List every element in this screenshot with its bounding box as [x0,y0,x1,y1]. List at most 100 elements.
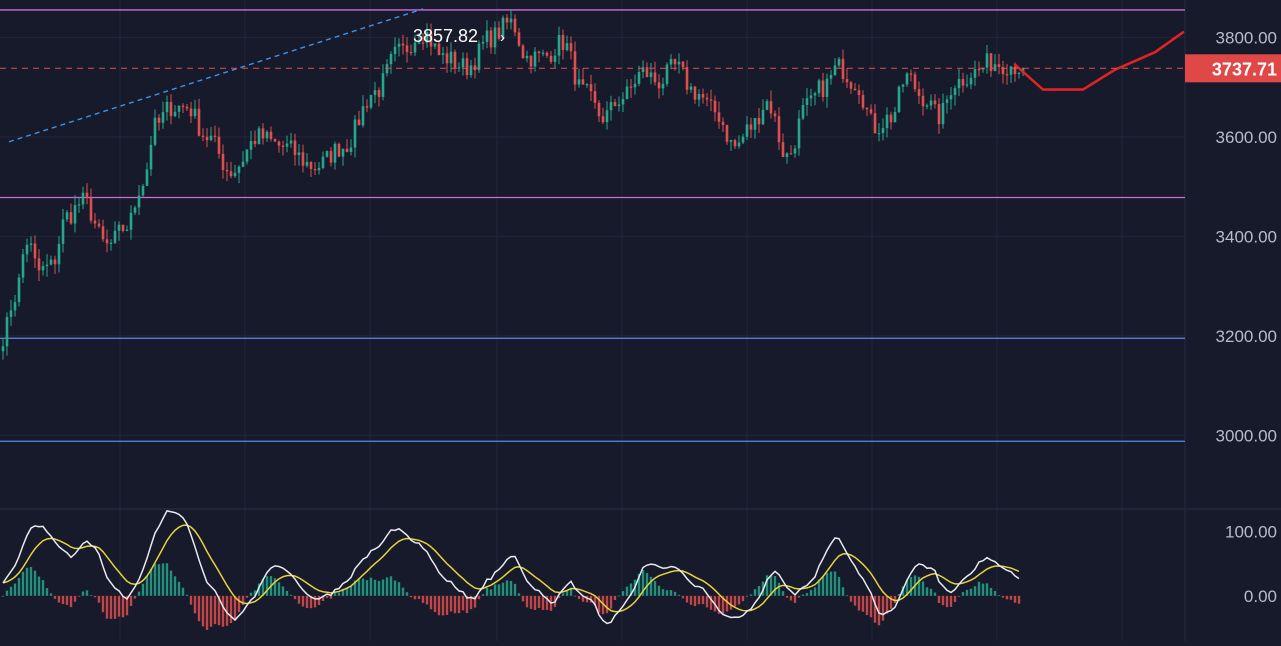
y-tick-label: 3200.00 [1216,327,1277,346]
histogram-bar [233,595,237,621]
histogram-bar [365,580,369,596]
histogram-bar [345,588,349,596]
histogram-bar [809,589,813,596]
candle-body [613,102,617,107]
last-price-label: 3737.71 [1212,59,1277,79]
candle-body [349,147,353,152]
candle-body [889,114,893,123]
candle-body [41,266,45,271]
histogram-bar [93,595,97,598]
candle-body [853,88,857,91]
histogram-bar [861,595,865,612]
histogram-bar [669,590,673,596]
histogram-bar [461,595,465,611]
candle-body [849,82,853,89]
histogram-bar [729,595,733,610]
candle-body [933,100,937,105]
candle-body [361,106,365,126]
histogram-bar [145,576,149,596]
candle-body [37,258,41,271]
candle-body [861,95,865,108]
histogram-bar [165,563,169,596]
candle-body [557,34,561,56]
histogram-bar [161,563,165,596]
histogram-bar [793,595,797,603]
candle-body [465,58,469,76]
histogram-bar [961,592,965,596]
candle-body [77,204,81,206]
histogram-bar [405,592,409,596]
candle-body [1009,66,1013,75]
histogram-bar [989,587,993,596]
candle-body [25,244,29,255]
candle-body [789,153,793,155]
histogram-bar [621,591,625,596]
candle-body [441,53,445,56]
candle-body [73,205,77,224]
histogram-bar [57,595,61,603]
candle-body [81,192,85,205]
histogram-bar [81,591,85,596]
candle-body [457,67,461,69]
candle-body [837,58,841,66]
candle-body [1013,66,1017,75]
candle-body [173,111,177,117]
histogram-bar [369,577,373,596]
candle-body [277,141,281,146]
candle-body [909,73,913,75]
candle-body [921,95,925,107]
candle-body [469,65,473,76]
histogram-bar [1013,595,1017,603]
candle-body [345,148,349,152]
histogram-bar [609,595,613,609]
histogram-bar [141,583,145,596]
histogram-bar [85,590,89,596]
candle-body [249,140,253,150]
candle-body [857,90,861,96]
histogram-bar [417,595,421,599]
histogram-bar [701,595,705,605]
candle-body [985,53,989,68]
histogram-bar [673,591,677,596]
histogram-bar [833,571,837,596]
candle-body [193,108,197,117]
histogram-bar [69,595,73,608]
histogram-bar [301,595,305,607]
candle-body [585,84,589,86]
candle-body [885,114,889,129]
candle-body [389,54,393,65]
candle-body [313,169,317,171]
candle-body [777,116,781,143]
histogram-bar [237,595,241,612]
histogram-bar [757,585,761,596]
histogram-bar [45,588,49,596]
histogram-bar [997,595,1001,596]
candle-body [881,128,885,134]
candle-body [257,128,261,145]
candle-body [325,151,329,157]
histogram-bar [393,580,397,596]
histogram-bar [837,576,841,596]
histogram-bar [797,595,801,598]
histogram-bar [725,595,729,612]
y-tick-label: 3400.00 [1216,227,1277,246]
candle-body [625,86,629,100]
candle-body [161,112,165,123]
candle-body [785,153,789,158]
histogram-bar [413,595,417,600]
chart[interactable]: 3800.00 3600.00 3400.00 3200.00 3000.00 100.0… [0,0,1281,641]
histogram-bar [189,595,193,605]
histogram-bar [661,589,665,596]
histogram-bar [209,595,213,627]
candle-body [681,61,685,68]
candle-body [569,43,573,52]
candle-body [713,100,717,113]
histogram-bar [1,595,5,597]
candle-body [357,119,361,126]
candle-body [309,161,313,170]
histogram-bar [333,592,337,596]
histogram-bar [437,595,441,616]
candle-body [609,102,613,111]
histogram-bar [441,595,445,616]
candle-body [5,317,9,347]
